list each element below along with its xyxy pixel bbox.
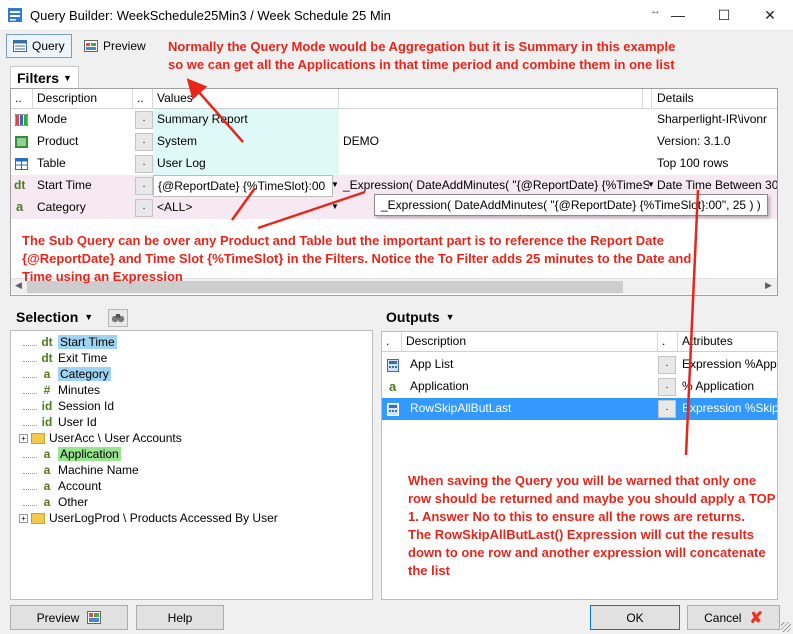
arrow-to-outputs (684, 189, 700, 456)
cancel-button-label: Cancel (704, 610, 742, 625)
resize-grip[interactable] (781, 622, 791, 632)
preview-button-label: Preview (36, 610, 80, 625)
arrow-to-from-filter (230, 187, 257, 221)
cancel-x-icon: ✘ (749, 609, 763, 627)
ok-button-label: OK (626, 610, 644, 625)
ok-button[interactable]: OK (590, 605, 680, 630)
preview-button[interactable]: Preview (10, 605, 128, 630)
help-button-label: Help (167, 610, 193, 625)
annotation-arrows (186, 78, 700, 456)
cancel-button[interactable]: Cancel ✘ (687, 605, 780, 630)
preview-icon (87, 611, 102, 624)
help-button[interactable]: Help (136, 605, 224, 630)
arrow-to-to-filter (257, 190, 366, 230)
arrow-to-mode (186, 78, 244, 143)
